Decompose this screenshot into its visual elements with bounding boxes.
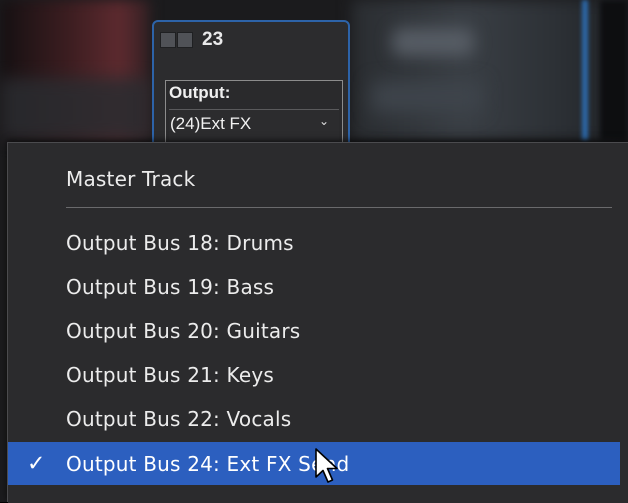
menu-item-bus-20[interactable]: Output Bus 20: Guitars bbox=[8, 309, 620, 353]
menu-item-label: Output Bus 21: Keys bbox=[66, 363, 275, 387]
background-panel-left bbox=[0, 78, 150, 140]
channel-number: 23 bbox=[202, 29, 224, 50]
mouse-pointer-icon bbox=[315, 448, 338, 483]
menu-bottom-padding bbox=[8, 485, 628, 503]
output-select[interactable]: (24)Ext FX ⌄ bbox=[169, 109, 339, 140]
menu-item-bus-21[interactable]: Output Bus 21: Keys bbox=[8, 353, 620, 397]
channel-toggle-b[interactable] bbox=[177, 32, 193, 48]
menu-item-label: Master Track bbox=[66, 167, 196, 191]
background-element bbox=[372, 82, 482, 112]
background-selection-line bbox=[582, 0, 588, 140]
background-element bbox=[392, 28, 474, 56]
output-select-value: (24)Ext FX bbox=[170, 114, 252, 133]
menu-item-bus-18[interactable]: Output Bus 18: Drums bbox=[8, 221, 620, 265]
menu-separator bbox=[66, 207, 612, 208]
menu-item-bus-22[interactable]: Output Bus 22: Vocals bbox=[8, 397, 620, 441]
checkmark-icon: ✓ bbox=[27, 451, 46, 477]
channel-toggle-a[interactable] bbox=[160, 32, 176, 48]
chevron-down-icon: ⌄ bbox=[318, 114, 329, 128]
menu-item-master-track[interactable]: Master Track bbox=[8, 157, 620, 201]
menu-item-label: Output Bus 20: Guitars bbox=[66, 319, 301, 343]
menu-item-label: Output Bus 24: Ext FX Send bbox=[66, 452, 350, 476]
background-edge bbox=[600, 0, 628, 140]
menu-item-label: Output Bus 19: Bass bbox=[66, 275, 275, 299]
menu-item-bus-19[interactable]: Output Bus 19: Bass bbox=[8, 265, 620, 309]
output-section: Output: (24)Ext FX ⌄ bbox=[165, 80, 343, 146]
menu-item-label: Output Bus 22: Vocals bbox=[66, 407, 292, 431]
output-label: Output: bbox=[169, 83, 231, 102]
menu-item-label: Output Bus 18: Drums bbox=[66, 231, 294, 255]
channel-strip[interactable]: 23 Output: (24)Ext FX ⌄ bbox=[152, 20, 350, 150]
